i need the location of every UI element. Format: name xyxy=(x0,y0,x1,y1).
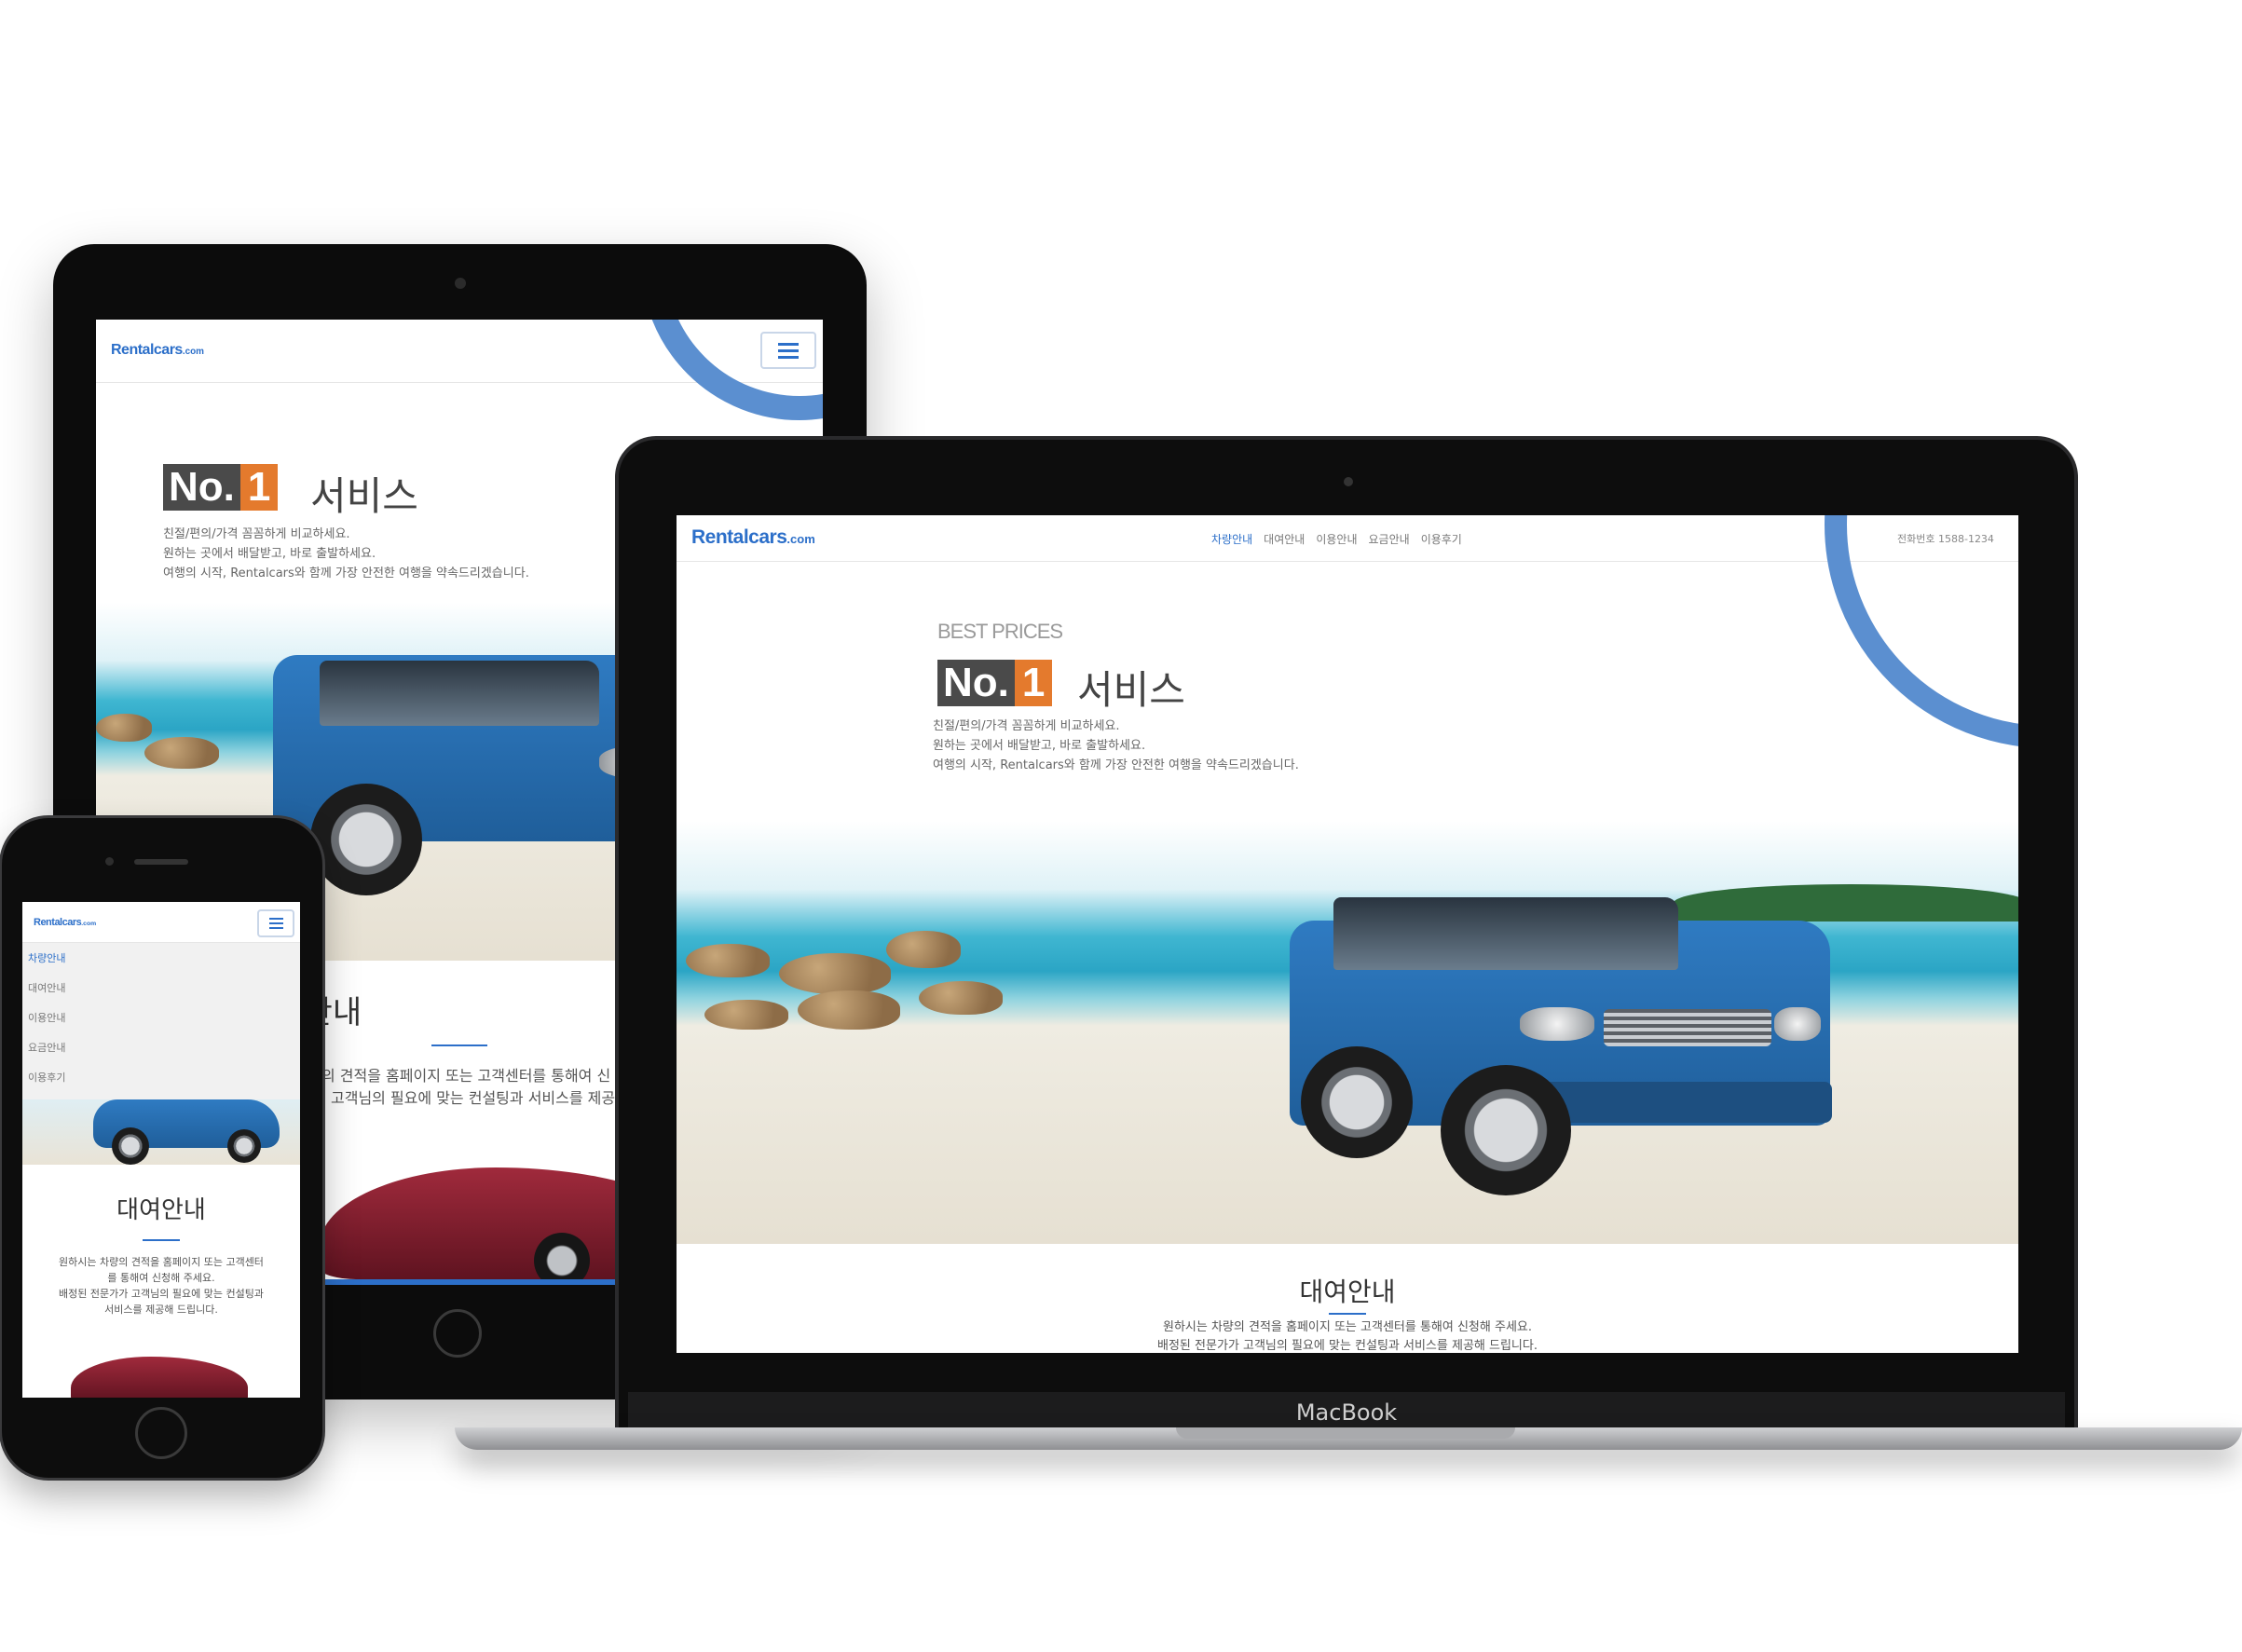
desktop-decor-arc xyxy=(1825,515,2018,748)
desktop-rocks xyxy=(686,944,770,977)
desktop-rental-title: 대여안내 xyxy=(1299,1277,1396,1307)
desktop-no1-badge: No. 1 xyxy=(937,659,1053,707)
phone-screen: Rentalcars.com 차량안내 대여안내 이용안내 요금안내 이용후기 … xyxy=(22,902,300,1398)
mobile-menu-button[interactable] xyxy=(257,909,294,937)
nav-reviews[interactable]: 이용후기 xyxy=(1421,531,1462,547)
tablet-hero-copy: 친절/편의/가격 꼼꼼하게 비교하세요. 원하는 곳에서 배달받고, 바로 출발하… xyxy=(163,527,529,580)
hamburger-icon xyxy=(268,918,283,920)
mobile-rental-title: 대여안내 xyxy=(116,1196,206,1224)
tablet-no1-badge: No. 1 xyxy=(163,463,279,512)
tablet-home-button[interactable] xyxy=(433,1309,482,1358)
nav-rental[interactable]: 대여안내 xyxy=(1264,531,1305,547)
phone-home-button[interactable] xyxy=(135,1407,187,1459)
tablet-camera xyxy=(455,278,466,289)
desktop-nav: 차량안내 대여안내 이용안내 요금안내 이용후기 xyxy=(1211,531,1462,547)
mobile-nav-reviews[interactable]: 이용후기 xyxy=(28,1070,65,1085)
desktop-service-title: 서비스 xyxy=(1077,667,1185,713)
phone-camera xyxy=(105,857,114,866)
mobile-nav-vehicles[interactable]: 차량안내 xyxy=(28,950,65,965)
tablet-service-title: 서비스 xyxy=(310,473,418,519)
mobile-nav-menu: 차량안내 대여안내 이용안내 요금안내 이용후기 xyxy=(22,943,300,1099)
desktop-rental-divider xyxy=(1329,1313,1366,1315)
laptop-screen: Rentalcars.com 차량안내 대여안내 이용안내 요금안내 이용후기 … xyxy=(677,515,2018,1353)
phone-speaker xyxy=(134,859,188,865)
nav-usage[interactable]: 이용안내 xyxy=(1316,531,1357,547)
desktop-rental-copy: 원하시는 차량의 견적을 홈페이지 또는 고객센터를 통해여 신청해 주세요. 배… xyxy=(1157,1320,1538,1353)
laptop-brand-label: MacBook xyxy=(1295,1399,1398,1426)
desktop-hero: BEST PRICES No. 1 서비스 친절/편의/가격 꼼꼼하게 비교하세요… xyxy=(677,515,2018,1244)
mobile-rental-copy: 원하시는 차량의 견적을 홈페이지 또는 고객센터 를 통해여 신청해 주세요. … xyxy=(59,1256,264,1316)
tablet-rental-divider xyxy=(431,1044,487,1046)
desktop-header: Rentalcars.com 차량안내 대여안내 이용안내 요금안내 이용후기 … xyxy=(677,515,2018,562)
mobile-rental-divider xyxy=(143,1239,180,1241)
tablet-logo[interactable]: Rentalcars.com xyxy=(111,342,204,359)
laptop-camera xyxy=(1344,477,1353,486)
mobile-logo[interactable]: Rentalcars.com xyxy=(34,917,96,928)
mobile-header: Rentalcars.com xyxy=(22,902,300,943)
mobile-nav-usage[interactable]: 이용안내 xyxy=(28,1010,65,1025)
desktop-hero-copy: 친절/편의/가격 꼼꼼하게 비교하세요. 원하는 곳에서 배달받고, 바로 출발하… xyxy=(933,719,1299,772)
mobile-nav-pricing[interactable]: 요금안내 xyxy=(28,1040,65,1055)
nav-pricing[interactable]: 요금안내 xyxy=(1369,531,1410,547)
desktop-island xyxy=(1674,884,2018,922)
desktop-logo[interactable]: Rentalcars.com xyxy=(691,526,815,549)
mobile-sedan-image xyxy=(71,1357,248,1398)
desktop-best-prices: BEST PRICES xyxy=(937,620,1063,643)
device-mockup-stage: Rentalcars.com No. 1 서비스 친절/편의/가격 꼼꼼하게 비교… xyxy=(0,0,2242,1652)
mobile-nav-rental[interactable]: 대여안내 xyxy=(28,980,65,995)
mobile-hero-strip xyxy=(22,1099,300,1165)
laptop-notch xyxy=(1176,1427,1515,1439)
nav-vehicles[interactable]: 차량안내 xyxy=(1211,531,1252,547)
